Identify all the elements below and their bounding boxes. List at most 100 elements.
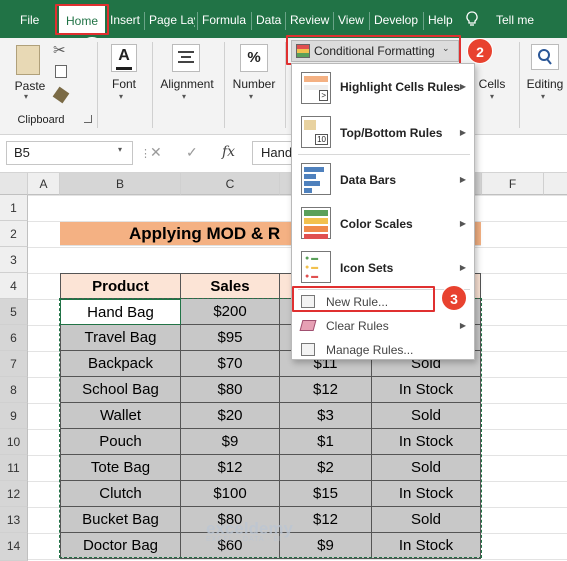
table-cell[interactable]: $80: [181, 377, 280, 403]
chevron-down-icon[interactable]: ▾: [118, 145, 122, 154]
chevron-down-icon[interactable]: ▾: [249, 92, 253, 101]
table-cell[interactable]: Pouch: [60, 429, 181, 455]
editing-group-button[interactable]: Editing: [522, 77, 567, 91]
tab-insert[interactable]: Insert: [110, 0, 142, 38]
name-box[interactable]: B5: [6, 141, 133, 165]
chevron-down-icon[interactable]: ▾: [541, 92, 545, 101]
table-cell[interactable]: $9: [280, 533, 372, 559]
row-header[interactable]: 8: [0, 377, 28, 403]
row-header[interactable]: 14: [0, 533, 28, 561]
table-cell[interactable]: In Stock: [372, 481, 481, 507]
table-cell[interactable]: $9: [181, 429, 280, 455]
table-cell[interactable]: Sold: [372, 403, 481, 429]
column-header-a[interactable]: A: [28, 173, 60, 195]
number-group-button[interactable]: Number: [228, 77, 280, 91]
row-header[interactable]: 4: [0, 273, 28, 299]
table-cell[interactable]: $200: [181, 299, 280, 325]
table-cell[interactable]: $100: [181, 481, 280, 507]
table-cell[interactable]: Wallet: [60, 403, 181, 429]
row-header[interactable]: 6: [0, 325, 28, 351]
tab-file[interactable]: File: [20, 0, 42, 38]
cancel-icon[interactable]: ✕: [150, 144, 162, 161]
row-header[interactable]: 1: [0, 195, 28, 221]
table-cell[interactable]: $2: [280, 455, 372, 481]
table-cell[interactable]: Backpack: [60, 351, 181, 377]
table-cell[interactable]: $12: [280, 377, 372, 403]
table-cell[interactable]: Sold: [372, 507, 481, 533]
tab-view[interactable]: View: [338, 0, 366, 38]
tab-help[interactable]: Help: [428, 0, 456, 38]
table-cell[interactable]: $1: [280, 429, 372, 455]
percent-icon[interactable]: %: [240, 44, 268, 72]
select-all-corner[interactable]: [0, 173, 28, 195]
column-header-c[interactable]: C: [181, 173, 280, 195]
menu-item-highlight-cells-rules[interactable]: > Highlight Cells Rules ▶: [292, 64, 474, 108]
font-group-button[interactable]: Font: [104, 77, 144, 91]
menu-item-data-bars[interactable]: Data Bars ▶: [292, 157, 474, 201]
table-header-sales[interactable]: Sales: [181, 273, 280, 299]
enter-icon[interactable]: ✓: [186, 144, 198, 161]
column-header-g[interactable]: [544, 173, 567, 195]
table-cell[interactable]: Clutch: [60, 481, 181, 507]
row-header[interactable]: 7: [0, 351, 28, 377]
tab-page-layout[interactable]: Page Lay: [149, 0, 195, 38]
menu-item-manage-rules[interactable]: Manage Rules...: [292, 338, 474, 362]
tell-me-search[interactable]: Tell me: [496, 0, 546, 38]
row-header[interactable]: 10: [0, 429, 28, 455]
menu-item-top-bottom-rules[interactable]: 10 Top/Bottom Rules ▶: [292, 110, 474, 154]
table-cell[interactable]: Tote Bag: [60, 455, 181, 481]
table-cell[interactable]: Doctor Bag: [60, 533, 181, 559]
chevron-down-icon[interactable]: ▾: [490, 92, 494, 101]
tab-data[interactable]: Data: [256, 0, 282, 38]
table-cell[interactable]: $3: [280, 403, 372, 429]
menu-item-clear-rules[interactable]: Clear Rules ▶: [292, 314, 474, 338]
column-header-b[interactable]: B: [60, 173, 181, 195]
paste-button-label[interactable]: Paste: [10, 79, 50, 93]
chevron-down-icon[interactable]: ▾: [119, 92, 123, 101]
alignment-icon[interactable]: [172, 44, 200, 72]
row-header[interactable]: 13: [0, 507, 28, 533]
table-cell[interactable]: Sold: [372, 455, 481, 481]
tab-divider: [144, 12, 145, 30]
table-cell[interactable]: In Stock: [372, 533, 481, 559]
table-cell[interactable]: $70: [181, 351, 280, 377]
column-header-f[interactable]: F: [482, 173, 544, 195]
menu-item-color-scales[interactable]: Color Scales ▶: [292, 201, 474, 245]
chevron-down-icon[interactable]: ▾: [24, 92, 28, 101]
alignment-group-button[interactable]: Alignment: [155, 77, 219, 91]
table-header-cell[interactable]: [475, 273, 481, 299]
table-cell[interactable]: $20: [181, 403, 280, 429]
insert-function-icon[interactable]: fx: [222, 144, 235, 160]
tab-developer[interactable]: Develop: [374, 0, 420, 38]
tab-formulas[interactable]: Formula: [202, 0, 248, 38]
chevron-down-icon[interactable]: ▾: [182, 92, 186, 101]
lightbulb-icon[interactable]: [466, 0, 484, 38]
cells-group-button[interactable]: Cells: [474, 77, 510, 91]
table-cell[interactable]: Hand Bag: [60, 299, 181, 325]
row-header[interactable]: 2: [0, 221, 28, 247]
menu-item-icon-sets[interactable]: ● ▬ ● ▬ ● ▬ Icon Sets ▶: [292, 245, 474, 289]
row-header[interactable]: 3: [0, 247, 28, 273]
font-icon[interactable]: A: [111, 44, 137, 72]
table-cell[interactable]: $15: [280, 481, 372, 507]
row-header[interactable]: 9: [0, 403, 28, 429]
table-cell[interactable]: School Bag: [60, 377, 181, 403]
search-icon[interactable]: [531, 44, 559, 70]
tab-review[interactable]: Review: [290, 0, 330, 38]
row-header[interactable]: 11: [0, 455, 28, 481]
table-cell[interactable]: In Stock: [372, 377, 481, 403]
table-cell[interactable]: $95: [181, 325, 280, 351]
paste-icon[interactable]: [16, 45, 40, 75]
format-painter-icon[interactable]: [52, 86, 70, 104]
table-cell[interactable]: In Stock: [372, 429, 481, 455]
copy-icon[interactable]: [55, 65, 67, 78]
table-cell[interactable]: $12: [181, 455, 280, 481]
table-cell[interactable]: Travel Bag: [60, 325, 181, 351]
row-header[interactable]: 5: [0, 299, 28, 325]
table-cell[interactable]: $12: [280, 507, 372, 533]
table-cell[interactable]: Bucket Bag: [60, 507, 181, 533]
dialog-launcher-icon[interactable]: [84, 115, 92, 123]
row-header[interactable]: 12: [0, 481, 28, 507]
cut-icon[interactable]: ✂: [53, 41, 66, 59]
table-header-product[interactable]: Product: [60, 273, 181, 299]
